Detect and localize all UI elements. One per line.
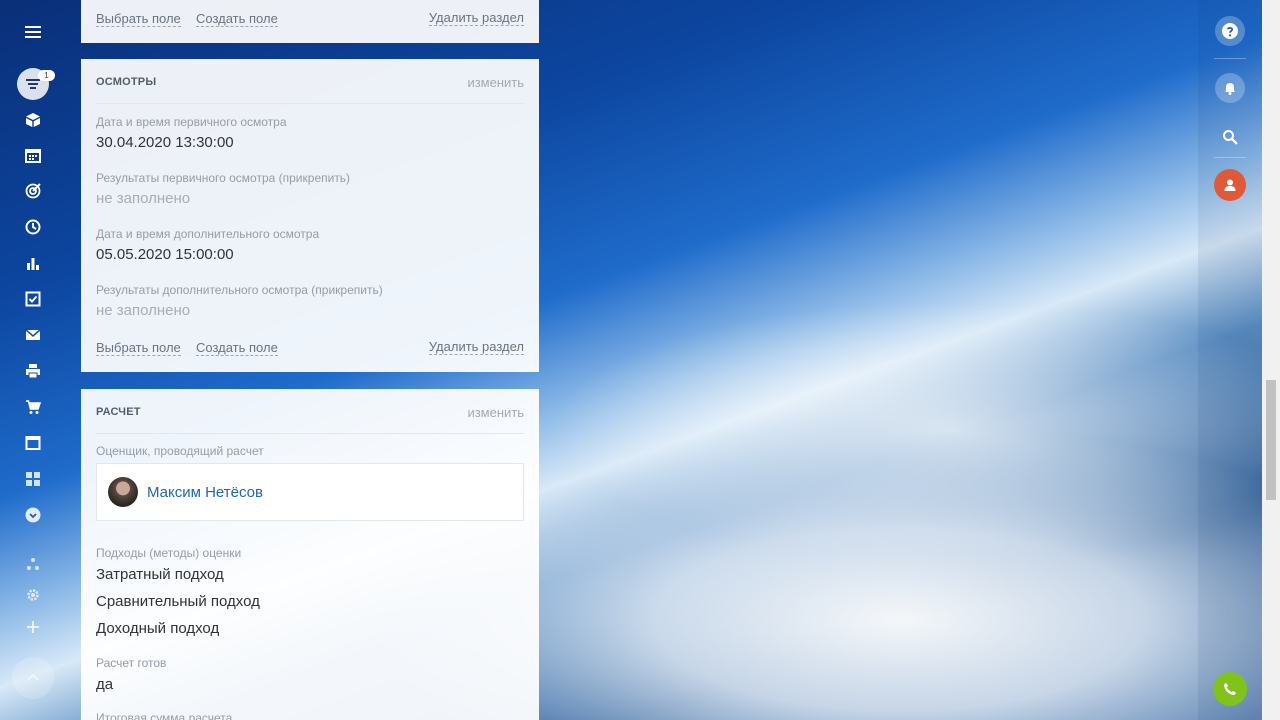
avatar[interactable]: [108, 477, 138, 507]
task-icon[interactable]: [21, 287, 45, 311]
left-navigation: 1: [0, 0, 66, 720]
calendar-icon[interactable]: [21, 143, 45, 167]
delete-section-link[interactable]: Удалить раздел: [428, 339, 524, 355]
search-button[interactable]: [1215, 122, 1245, 152]
profile-button[interactable]: [1214, 169, 1246, 201]
gear-icon[interactable]: [21, 583, 45, 607]
delete-section-link[interactable]: Удалить раздел: [428, 10, 524, 26]
section-header: РАСЧЕТ изменить: [96, 389, 524, 434]
edit-section-link[interactable]: изменить: [467, 75, 524, 90]
method-item: Затратный подход: [96, 566, 224, 583]
field-label: Подходы (методы) оценки: [96, 546, 242, 560]
section-title: РАСЧЕТ: [96, 406, 141, 418]
field-value: не заполнено: [96, 190, 191, 207]
field-label: Дата и время дополнительного осмотра: [96, 227, 320, 241]
edit-section-link[interactable]: изменить: [467, 405, 524, 420]
create-field-link[interactable]: Создать поле: [196, 11, 278, 27]
search-icon: [1223, 130, 1238, 145]
phone-icon: [1224, 683, 1236, 695]
user-card: Максим Нетёсов: [96, 463, 524, 521]
target-icon[interactable]: [21, 179, 45, 203]
divider: [1214, 58, 1246, 59]
printer-icon[interactable]: [21, 359, 45, 383]
section-osmotry: ОСМОТРЫ изменить Дата и время первичного…: [81, 59, 539, 372]
mail-icon[interactable]: [21, 323, 45, 347]
clock-icon[interactable]: [21, 215, 45, 239]
field-label: Оценщик, проводящий расчет: [96, 444, 264, 458]
bell-icon: [1225, 83, 1235, 95]
right-sidebar: [1198, 0, 1262, 720]
user-icon: [1224, 179, 1236, 191]
section-title: ОСМОТРЫ: [96, 76, 157, 88]
arrow-up-icon: [27, 673, 39, 681]
create-field-link[interactable]: Создать поле: [196, 340, 278, 356]
field-label: Результаты дополнительного осмотра (прик…: [96, 283, 383, 297]
box-icon[interactable]: [21, 108, 45, 132]
section-header: ОСМОТРЫ изменить: [96, 59, 524, 104]
select-field-link[interactable]: Выбрать поле: [96, 340, 181, 356]
field-label: Дата и время первичного осмотра: [96, 115, 287, 129]
notifications-button[interactable]: [1215, 73, 1245, 103]
question-icon: [1222, 23, 1238, 39]
field-label: Расчет готов: [96, 656, 167, 670]
field-value: 30.04.2020 13:30:00: [96, 134, 234, 151]
chart-icon[interactable]: [21, 251, 45, 275]
method-item: Сравнительный подход: [96, 593, 260, 610]
method-item: Доходный подход: [96, 620, 220, 637]
chevron-down-icon[interactable]: [21, 503, 45, 527]
help-button[interactable]: [1215, 16, 1245, 46]
field-value: да: [96, 676, 114, 693]
scroll-up-button[interactable]: [12, 657, 54, 699]
divider: [1214, 157, 1246, 158]
menu-icon[interactable]: [21, 20, 45, 44]
field-value: не заполнено: [96, 302, 191, 319]
user-name-link[interactable]: Максим Нетёсов: [147, 484, 263, 501]
field-value: 05.05.2020 15:00:00: [96, 246, 234, 263]
scrollbar-thumb[interactable]: [1266, 380, 1276, 500]
section-previous: Выбрать поле Создать поле Удалить раздел: [81, 0, 539, 43]
field-label: Результаты первичного осмотра (прикрепит…: [96, 171, 351, 185]
notification-badge: 1: [38, 70, 55, 81]
scrollbar[interactable]: [1262, 0, 1280, 720]
cart-icon[interactable]: [21, 395, 45, 419]
select-field-link[interactable]: Выбрать поле: [96, 11, 181, 27]
window-icon[interactable]: [21, 431, 45, 455]
field-label: Итоговая сумма расчета: [96, 711, 233, 720]
sitemap-icon[interactable]: [21, 552, 45, 576]
section-raschet: РАСЧЕТ изменить Оценщик, проводящий расч…: [81, 389, 539, 720]
plus-icon[interactable]: [21, 615, 45, 639]
apps-icon[interactable]: [21, 467, 45, 491]
call-button[interactable]: [1213, 672, 1247, 706]
